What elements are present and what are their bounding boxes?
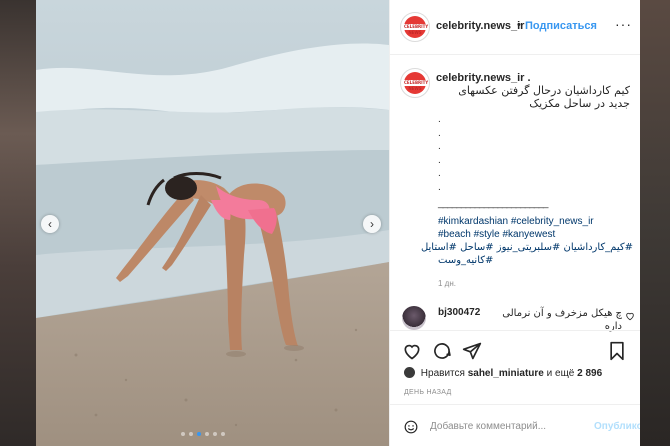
background-feed-right — [640, 0, 670, 446]
liker-avatar[interactable] — [404, 367, 415, 378]
carousel-prev-button[interactable]: ‹ — [41, 215, 59, 233]
add-comment-bar: Добавьте комментарий... Опубликовать — [390, 404, 640, 446]
heart-icon — [626, 312, 634, 321]
beach-photo — [36, 0, 389, 446]
carousel-dot-active — [197, 432, 201, 436]
likes-summary: Нравится sahel_miniature и ещё 2 896 — [404, 367, 602, 379]
bookmark-icon — [610, 341, 624, 361]
liker-username[interactable]: sahel_miniature — [468, 368, 544, 379]
hashtag-line[interactable]: #beach #style #kanyewest — [438, 228, 633, 241]
emoji-button[interactable] — [404, 420, 418, 439]
action-bar — [390, 330, 640, 361]
background-feed-left — [0, 0, 36, 446]
post-sidebar: CELEBRITY NEWS celebrity.news_ir • Подпи… — [389, 0, 640, 446]
caption-avatar[interactable]: CELEBRITY NEWS — [400, 68, 430, 98]
emoji-icon — [404, 420, 418, 434]
carousel-next-button[interactable]: › — [363, 215, 381, 233]
save-button[interactable] — [608, 341, 626, 366]
hashtag-line[interactable]: #کیم_کارداشیان #سلبریتی_نیوز #ساحل #استا… — [421, 241, 633, 254]
commenter-avatar[interactable] — [402, 306, 426, 330]
caption-rule: ________________________ — [438, 198, 548, 209]
caption-username[interactable]: celebrity.news_ir . — [436, 72, 531, 84]
comment-icon — [434, 343, 451, 359]
post-photo: ‹ › — [36, 0, 389, 446]
likes-count[interactable]: 2 896 — [577, 368, 602, 379]
post-header: CELEBRITY NEWS celebrity.news_ir • Подпи… — [390, 0, 640, 55]
comment-input[interactable]: Добавьте комментарий... — [430, 421, 546, 432]
caption-text: کیم کارداشیان درحال گرفتن عکسهای جدید در… — [458, 84, 630, 110]
carousel-dot — [205, 432, 209, 436]
hashtag-line[interactable]: #کانیه_وست — [438, 254, 633, 267]
comment-button[interactable] — [432, 341, 452, 366]
post-modal: ‹ › CELEBRITY NEWS celebrity.news_ir • П… — [36, 0, 640, 446]
more-options-button[interactable]: ··· — [615, 16, 632, 32]
carousel-dot — [213, 432, 217, 436]
separator-dot: • — [517, 19, 521, 31]
comments-panel[interactable]: CELEBRITY NEWS celebrity.news_ir . کیم ک… — [390, 56, 640, 332]
post-comment-button[interactable]: Опубликовать — [594, 421, 640, 432]
like-button[interactable] — [402, 341, 422, 366]
carousel-dot — [189, 432, 193, 436]
username-link[interactable]: celebrity.news_ir — [436, 20, 524, 32]
caption-dots: . . . . . . — [438, 114, 441, 193]
carousel-dot — [221, 432, 225, 436]
avatar[interactable]: CELEBRITY NEWS — [400, 12, 430, 42]
comment-like-button[interactable] — [625, 311, 635, 323]
brand-logo: CELEBRITY NEWS — [404, 72, 428, 94]
share-icon — [462, 342, 482, 360]
carousel-indicator — [181, 432, 225, 436]
post-date[interactable]: ДЕНЬ НАЗАД — [404, 389, 452, 396]
follow-button[interactable]: Подписаться — [525, 20, 597, 32]
caption-time[interactable]: 1 дн. — [438, 279, 456, 288]
share-button[interactable] — [462, 341, 482, 366]
hashtags: #kimkardashian #celebrity_news_ir #beach… — [421, 215, 633, 267]
comment-username[interactable]: bj300472 — [438, 307, 480, 318]
brand-logo: CELEBRITY NEWS — [404, 16, 428, 38]
heart-icon — [404, 344, 420, 360]
hashtag-line[interactable]: #kimkardashian #celebrity_news_ir — [438, 215, 633, 228]
carousel-dot — [181, 432, 185, 436]
